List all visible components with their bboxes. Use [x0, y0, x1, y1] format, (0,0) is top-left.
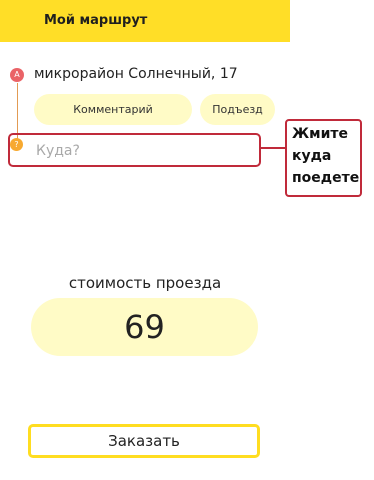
fare-display: 69: [31, 298, 258, 356]
destination-input[interactable]: [36, 143, 236, 159]
fare-value: 69: [124, 308, 165, 346]
destination-field-highlight: [8, 133, 261, 167]
fare-label: стоимость проезда: [68, 274, 222, 292]
origin-address[interactable]: микрорайон Солнечный, 17: [34, 66, 238, 82]
instruction-callout: Жмите куда поедете: [285, 119, 362, 197]
callout-connector: [261, 147, 286, 149]
header-title: Мой маршрут: [44, 13, 148, 28]
entrance-button[interactable]: Подъезд: [200, 94, 275, 125]
comment-button[interactable]: Комментарий: [34, 94, 192, 125]
origin-marker-icon: A: [10, 68, 24, 82]
order-button[interactable]: Заказать: [28, 424, 260, 458]
app-header: Мой маршрут: [0, 0, 290, 42]
destination-marker-icon: ?: [10, 138, 23, 151]
